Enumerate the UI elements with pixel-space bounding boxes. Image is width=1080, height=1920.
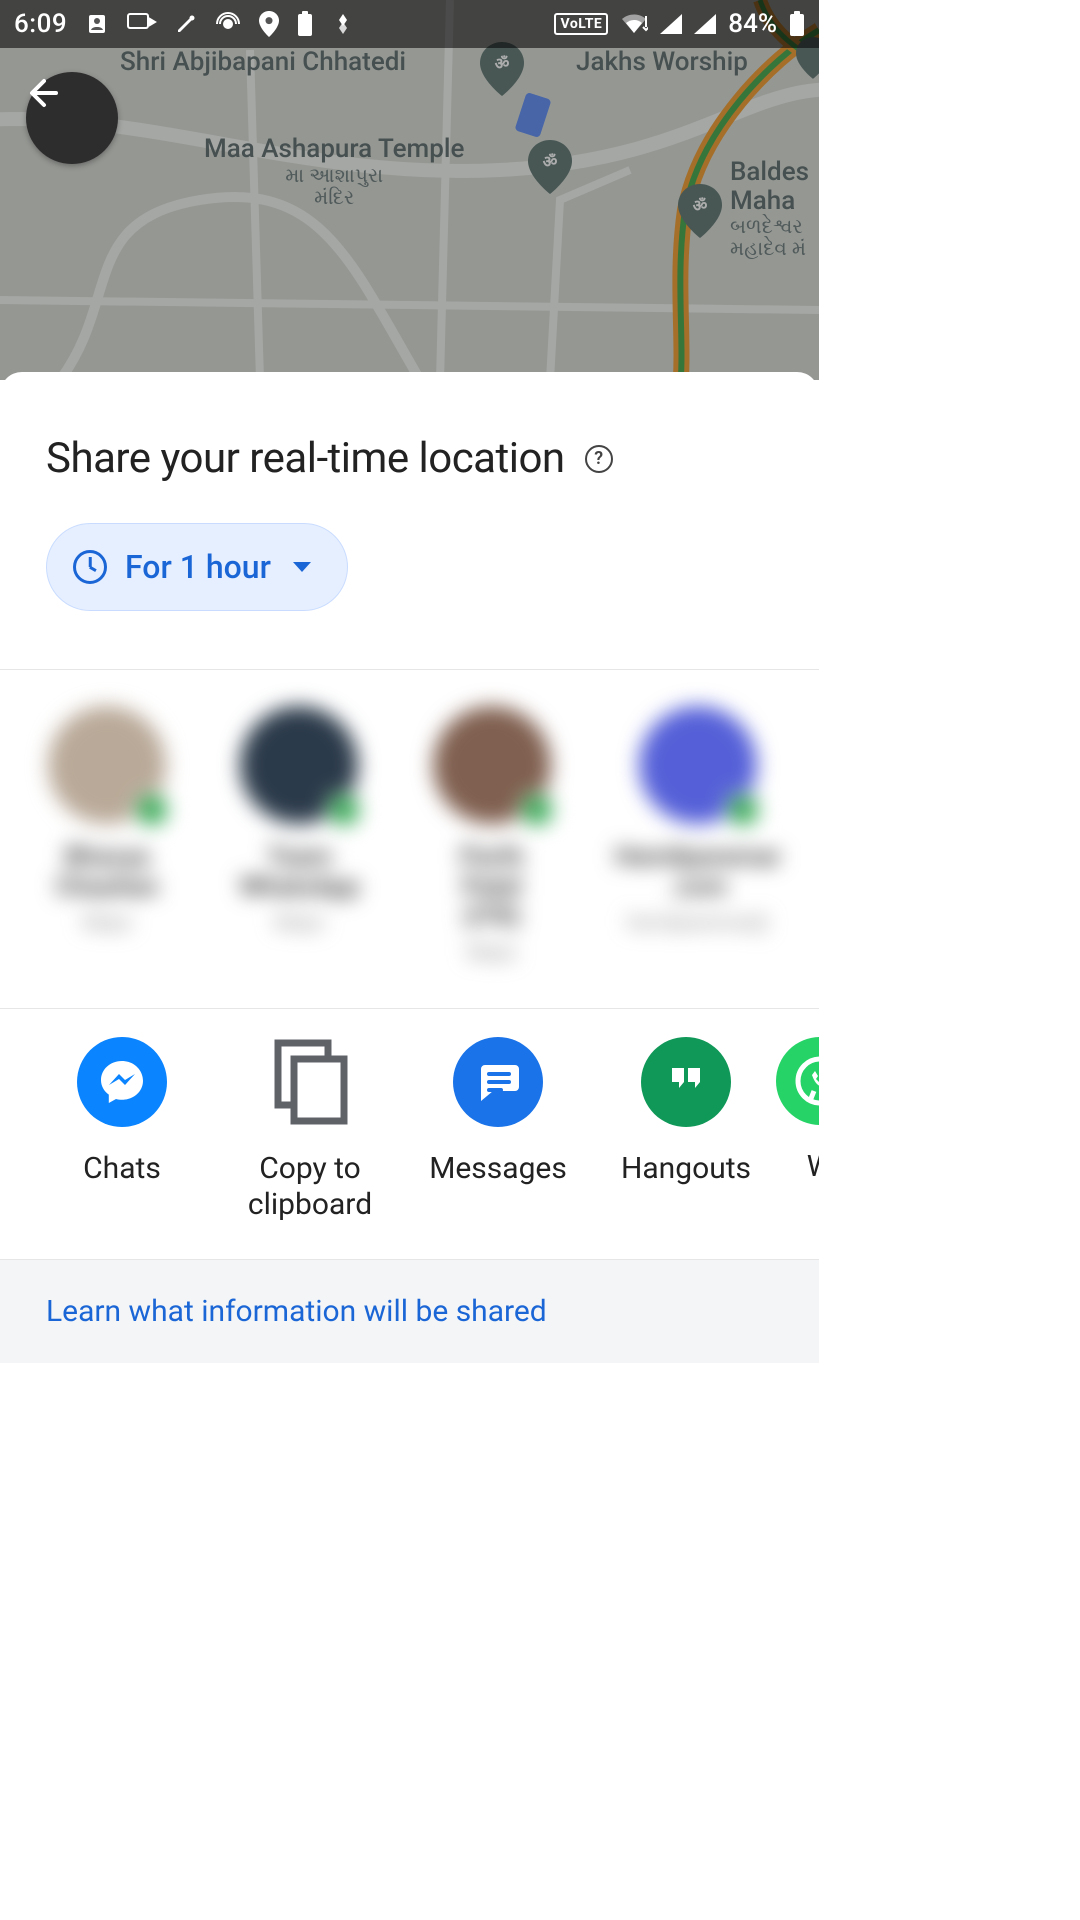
avatar (639, 706, 757, 824)
back-button[interactable] (26, 72, 118, 164)
wifi-icon (620, 13, 648, 35)
help-icon[interactable]: ? (585, 445, 613, 473)
avatar (240, 706, 358, 824)
learn-more-link[interactable]: Learn what information will be shared (0, 1259, 819, 1363)
share-sheet: Share your real-time location ? For 1 ho… (0, 372, 819, 1455)
avatar (433, 706, 551, 824)
share-app-whatsapp[interactable]: W (780, 1037, 819, 1223)
contact-item[interactable]: Hemilparemar .com hemilparemar@ (623, 706, 773, 964)
cast-icon (127, 13, 157, 35)
status-bar: 6:09 VoLTE 84% (0, 0, 819, 48)
duration-label: For 1 hour (125, 548, 271, 586)
arrow-left-icon (26, 72, 68, 114)
hotspot-icon (215, 11, 241, 37)
whatsapp-icon (776, 1037, 819, 1125)
messenger-icon (77, 1037, 167, 1127)
sheet-title: Share your real-time location (46, 434, 565, 483)
signal-1-icon (660, 14, 682, 34)
volte-badge: VoLTE (554, 13, 608, 35)
copy-icon (265, 1037, 355, 1127)
share-app-copy[interactable]: Copy to clipboard (216, 1037, 404, 1223)
share-app-chats[interactable]: Chats (28, 1037, 216, 1223)
apps-row: Chats Copy to clipboard Messages Hangout… (0, 1009, 819, 1259)
hangouts-icon (641, 1037, 731, 1127)
signal-2-icon (694, 14, 716, 34)
status-time: 6:09 (14, 9, 67, 39)
map-preview: Shri Abjibapani Chhatedi Maa Ashapura Te… (0, 0, 819, 380)
edit-icon (175, 13, 197, 35)
contacts-row[interactable]: Bhavya Chauhan Maps Team WhatsApp Maps P… (0, 670, 819, 1008)
clock-icon (73, 550, 107, 584)
chevron-down-icon (293, 562, 311, 572)
share-app-hangouts[interactable]: Hangouts (592, 1037, 780, 1223)
share-app-messages[interactable]: Messages (404, 1037, 592, 1223)
avatar (48, 706, 166, 824)
contact-item[interactable]: Parth Patel (ITR) Maps (431, 706, 553, 964)
battery-saver-icon (297, 11, 313, 37)
photos-icon (331, 12, 355, 36)
contacts-icon (85, 12, 109, 36)
contact-item[interactable]: Bhavya Chauhan Maps (46, 706, 168, 964)
location-icon (259, 11, 279, 37)
battery-icon (789, 11, 805, 37)
duration-chip[interactable]: For 1 hour (46, 523, 348, 611)
battery-percent: 84% (728, 9, 777, 39)
contact-item[interactable]: Team WhatsApp Maps (238, 706, 360, 964)
messages-icon (453, 1037, 543, 1127)
